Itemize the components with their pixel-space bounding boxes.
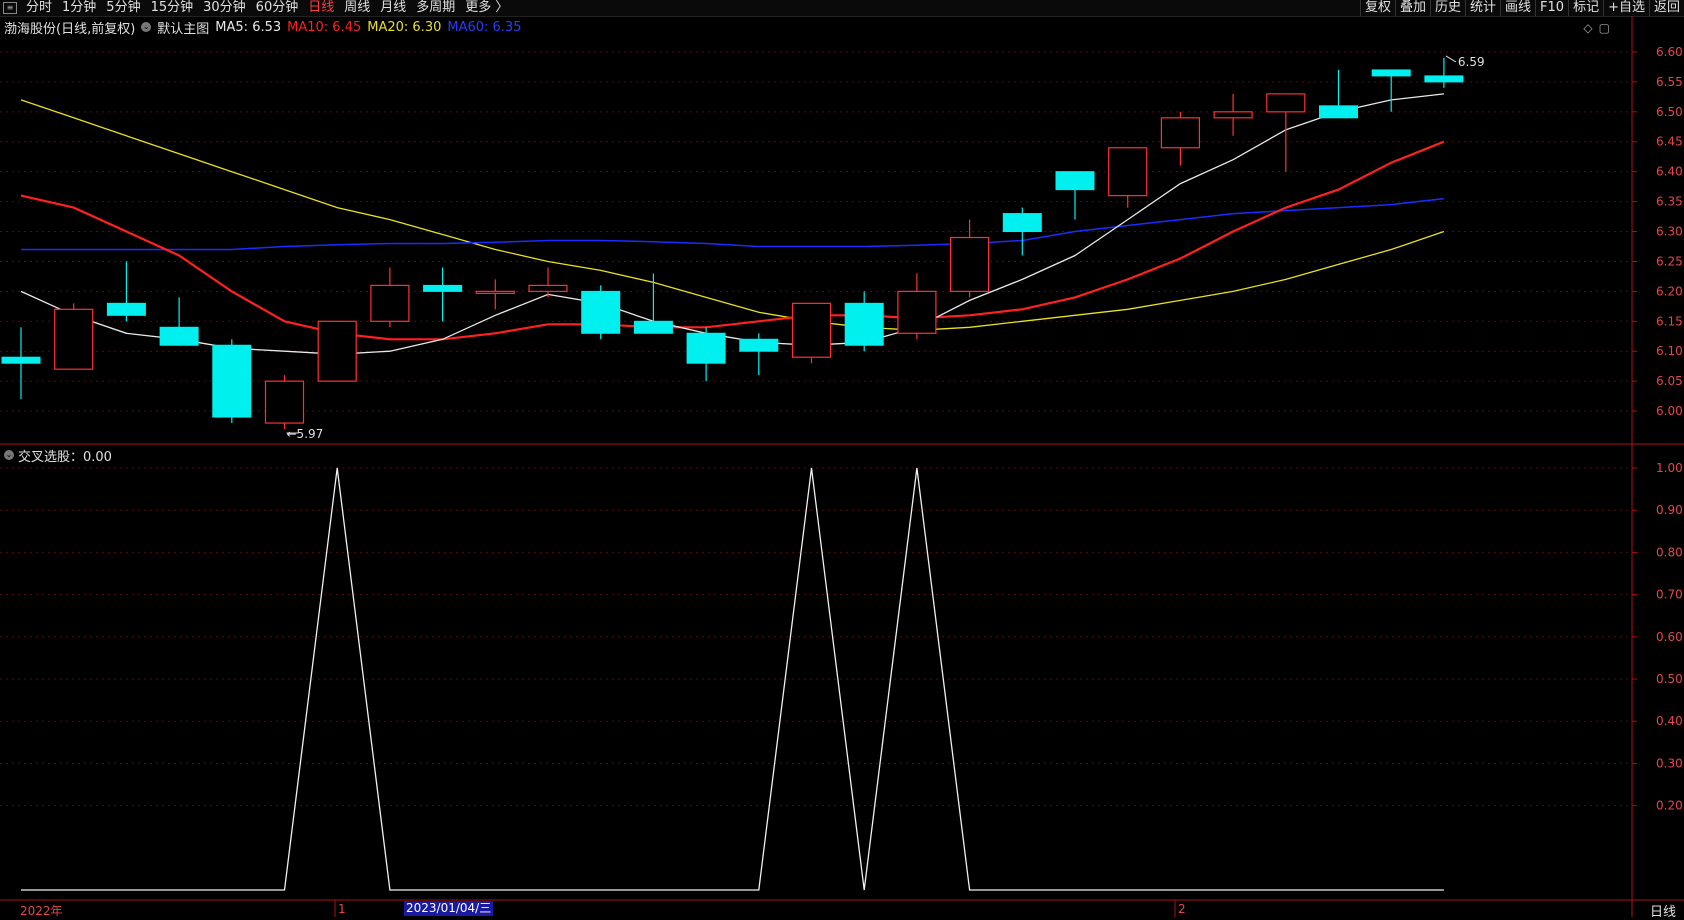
y-tick-label: 6.25 xyxy=(1656,254,1683,268)
candle-body xyxy=(1371,69,1411,77)
candle-body xyxy=(1002,213,1042,233)
candle-body xyxy=(686,332,726,364)
y-tick-label: 0.70 xyxy=(1656,588,1683,602)
y-tick-label: 0.90 xyxy=(1656,503,1683,517)
y-tick-label: 6.40 xyxy=(1656,165,1683,179)
y-tick-label: 6.15 xyxy=(1656,314,1683,328)
candle-body xyxy=(949,236,990,292)
y-tick-label: 0.50 xyxy=(1656,672,1683,686)
candle-body xyxy=(475,290,515,294)
candle-body xyxy=(1055,171,1095,191)
ma5-line xyxy=(20,93,1444,355)
candle-body xyxy=(106,302,146,316)
ma60-line xyxy=(21,197,1444,251)
y-tick-label: 6.55 xyxy=(1656,75,1683,89)
y-tick-label: 0.60 xyxy=(1656,630,1683,644)
y-tick-label: 6.00 xyxy=(1656,404,1683,418)
y-tick-label: 6.35 xyxy=(1656,195,1683,209)
candle-body xyxy=(633,320,673,334)
candle-body xyxy=(317,320,357,382)
y-tick-label: 6.60 xyxy=(1656,45,1683,59)
y-tick-label: 6.30 xyxy=(1656,225,1683,239)
candle-body xyxy=(1160,117,1201,149)
high-price-label: 6.59 xyxy=(1458,55,1485,69)
y-tick-label: 6.50 xyxy=(1656,105,1683,119)
month-label-2: 2 xyxy=(1178,902,1186,916)
y-tick-label: 1.00 xyxy=(1656,461,1683,475)
y-tick-label: 6.20 xyxy=(1656,284,1683,298)
candle-body xyxy=(739,338,779,352)
y-tick-label: 6.05 xyxy=(1656,374,1683,388)
candle-body xyxy=(423,284,463,292)
candle-body xyxy=(528,284,568,292)
annotation-arrow xyxy=(1445,55,1457,63)
time-axis: 2022年 1 2 xyxy=(0,901,1684,918)
y-tick-label: 0.80 xyxy=(1656,545,1683,559)
candle-body xyxy=(264,380,305,424)
y-tick-label: 0.40 xyxy=(1656,714,1683,728)
chart-canvas[interactable]: 6.60 6.55 6.50 6.45 6.40 6.35 6.30 6.25 6.20 6.15… xyxy=(0,0,1684,917)
candle-body xyxy=(54,308,94,370)
candle-body xyxy=(844,302,884,346)
low-price-label: ←5.97 xyxy=(287,427,324,441)
candle-body xyxy=(1108,147,1148,197)
candle-body xyxy=(1319,105,1358,119)
candle-body xyxy=(1266,93,1306,113)
y-tick-label: 0.20 xyxy=(1656,799,1683,813)
candle-body xyxy=(159,326,199,346)
candle-body xyxy=(581,290,621,334)
candle-body xyxy=(1,356,41,364)
candle-body xyxy=(1424,75,1464,83)
year-label: 2022年 xyxy=(20,904,63,918)
cursor-date: 2023/01/04/三 xyxy=(404,901,494,916)
month-label-1: 1 xyxy=(338,902,346,916)
y-tick-label: 0.30 xyxy=(1656,756,1683,770)
period-label[interactable]: 日线 xyxy=(1650,901,1676,920)
y-tick-label: 6.45 xyxy=(1656,135,1683,149)
ma20-line xyxy=(20,99,1445,331)
candle-body xyxy=(897,290,937,334)
y-tick-label: 6.10 xyxy=(1656,344,1683,358)
candle-body xyxy=(212,344,252,418)
candle-body xyxy=(1213,111,1253,119)
candle-body xyxy=(370,284,410,322)
candle-body xyxy=(791,302,832,358)
